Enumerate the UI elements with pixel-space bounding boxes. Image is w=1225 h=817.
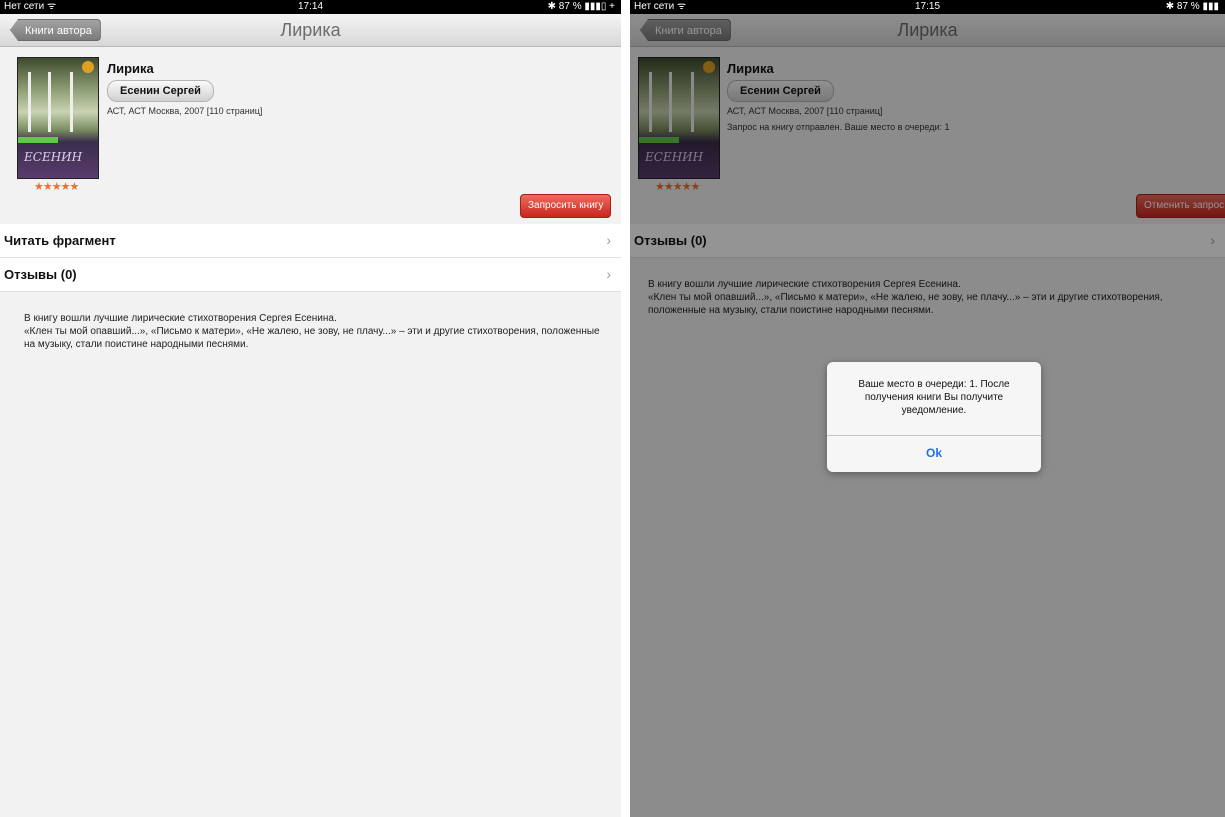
author-button[interactable]: Есенин Сергей	[107, 80, 214, 102]
status-bar: Нет сети ᯤ 17:14 ✱ 87 % ▮▮▮▯ +	[0, 0, 621, 14]
description-line: «Клен ты мой опавший...», «Письмо к мате…	[24, 326, 600, 350]
navigation-bar: Книги автора Лирика	[0, 14, 621, 47]
clock: 17:14	[297, 1, 324, 12]
book-header: ЕСЕНИН ★★★★★ Лирика Есенин Сергей АСТ, А…	[0, 47, 621, 264]
cover-author-text: ЕСЕНИН	[24, 150, 83, 164]
clock: 17:15	[914, 1, 941, 12]
row-label: Читать фрагмент	[4, 233, 116, 248]
request-book-button[interactable]: Запросить книгу	[520, 194, 612, 218]
birch-tree-icon	[70, 72, 73, 132]
rating-stars: ★★★★★	[34, 181, 79, 193]
battery-indicator: ✱ 87 % ▮▮▮▯ +	[547, 1, 615, 12]
book-cover[interactable]: ЕСЕНИН	[17, 57, 99, 179]
publisher-info: АСТ, АСТ Москва, 2007 [110 страниц]	[107, 106, 263, 116]
flower-icon	[82, 61, 94, 73]
queue-alert-dialog: Ваше место в очереди: 1. После получения…	[827, 362, 1041, 472]
screen-before-request: Нет сети ᯤ 17:14 ✱ 87 % ▮▮▮▯ + Книги авт…	[0, 0, 621, 817]
birch-tree-icon	[48, 72, 51, 132]
description-line: В книгу вошли лучшие лирические стихотво…	[24, 313, 337, 324]
page-title: Лирика	[280, 20, 341, 40]
status-bar: Нет сети ᯤ 17:15 ✱ 87 % ▮▮▮	[630, 0, 1225, 14]
chevron-right-icon: ›	[606, 232, 611, 248]
read-fragment-row[interactable]: Читать фрагмент ›	[0, 224, 621, 258]
chevron-right-icon: ›	[606, 266, 611, 282]
battery-indicator: ✱ 87 % ▮▮▮	[1165, 1, 1219, 12]
reviews-row[interactable]: Отзывы (0) ›	[0, 258, 621, 292]
birch-tree-icon	[28, 72, 31, 132]
screen-after-request: Нет сети ᯤ 17:15 ✱ 87 % ▮▮▮ Книги автора…	[630, 0, 1225, 817]
row-label: Отзывы (0)	[4, 267, 77, 282]
cover-strip	[18, 137, 58, 143]
alert-ok-button[interactable]: Ok	[827, 436, 1041, 471]
book-description: В книгу вошли лучшие лирические стихотво…	[0, 292, 621, 351]
book-title: Лирика	[107, 61, 154, 76]
alert-message: Ваше место в очереди: 1. После получения…	[827, 362, 1041, 436]
